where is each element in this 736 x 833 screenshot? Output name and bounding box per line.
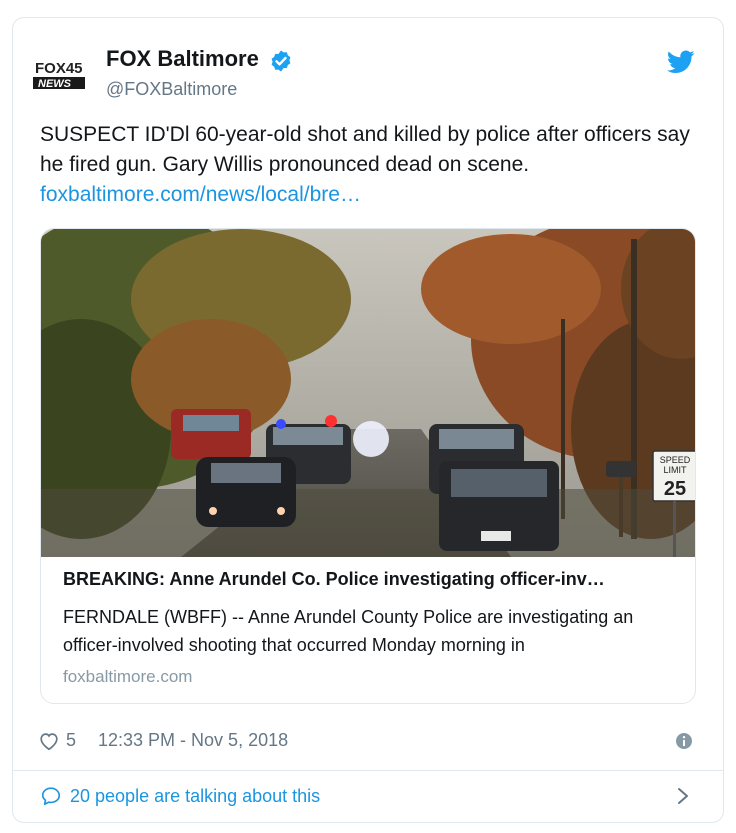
heart-icon[interactable] [38,730,60,752]
sign-text-value: 25 [664,478,686,500]
link-card-domain: foxbaltimore.com [63,667,193,686]
tweet-body: SUSPECT ID'Dl 60-year-old shot and kille… [40,120,705,210]
verified-icon [271,50,291,72]
tweet-link[interactable]: foxbaltimore.com/news/local/bre… [40,180,705,210]
chevron-right-icon[interactable] [676,786,690,806]
like-count[interactable]: 5 [66,730,76,751]
speech-bubble-icon[interactable] [40,785,62,807]
fox45-logo[interactable]: FOX45 NEWS [33,59,89,89]
handle[interactable]: @FOXBaltimore [106,79,237,100]
link-card-title: BREAKING: Anne Arundel Co. Police invest… [63,569,605,589]
timestamp[interactable]: 12:33 PM - Nov 5, 2018 [98,730,288,751]
sign-text-speed: SPEED [660,455,691,465]
logo-top-text: FOX45 [35,60,83,77]
conversation-link[interactable]: 20 people are talking about this [70,786,320,807]
link-card-description: FERNDALE (WBFF) -- Anne Arundel County P… [63,607,634,655]
link-preview-card[interactable]: SPEED LIMIT 25 BREAKING: Anne Arundel Co… [40,228,696,704]
info-icon[interactable] [675,732,693,750]
tweet-text: SUSPECT ID'Dl 60-year-old shot and kille… [40,123,690,176]
logo-bottom-text: NEWS [38,78,72,89]
footer-divider [13,770,723,771]
twitter-bird-icon[interactable] [667,50,695,74]
sign-text-limit: LIMIT [663,465,687,475]
article-photo: SPEED LIMIT 25 [41,229,695,557]
display-name[interactable]: FOX Baltimore [106,46,259,72]
